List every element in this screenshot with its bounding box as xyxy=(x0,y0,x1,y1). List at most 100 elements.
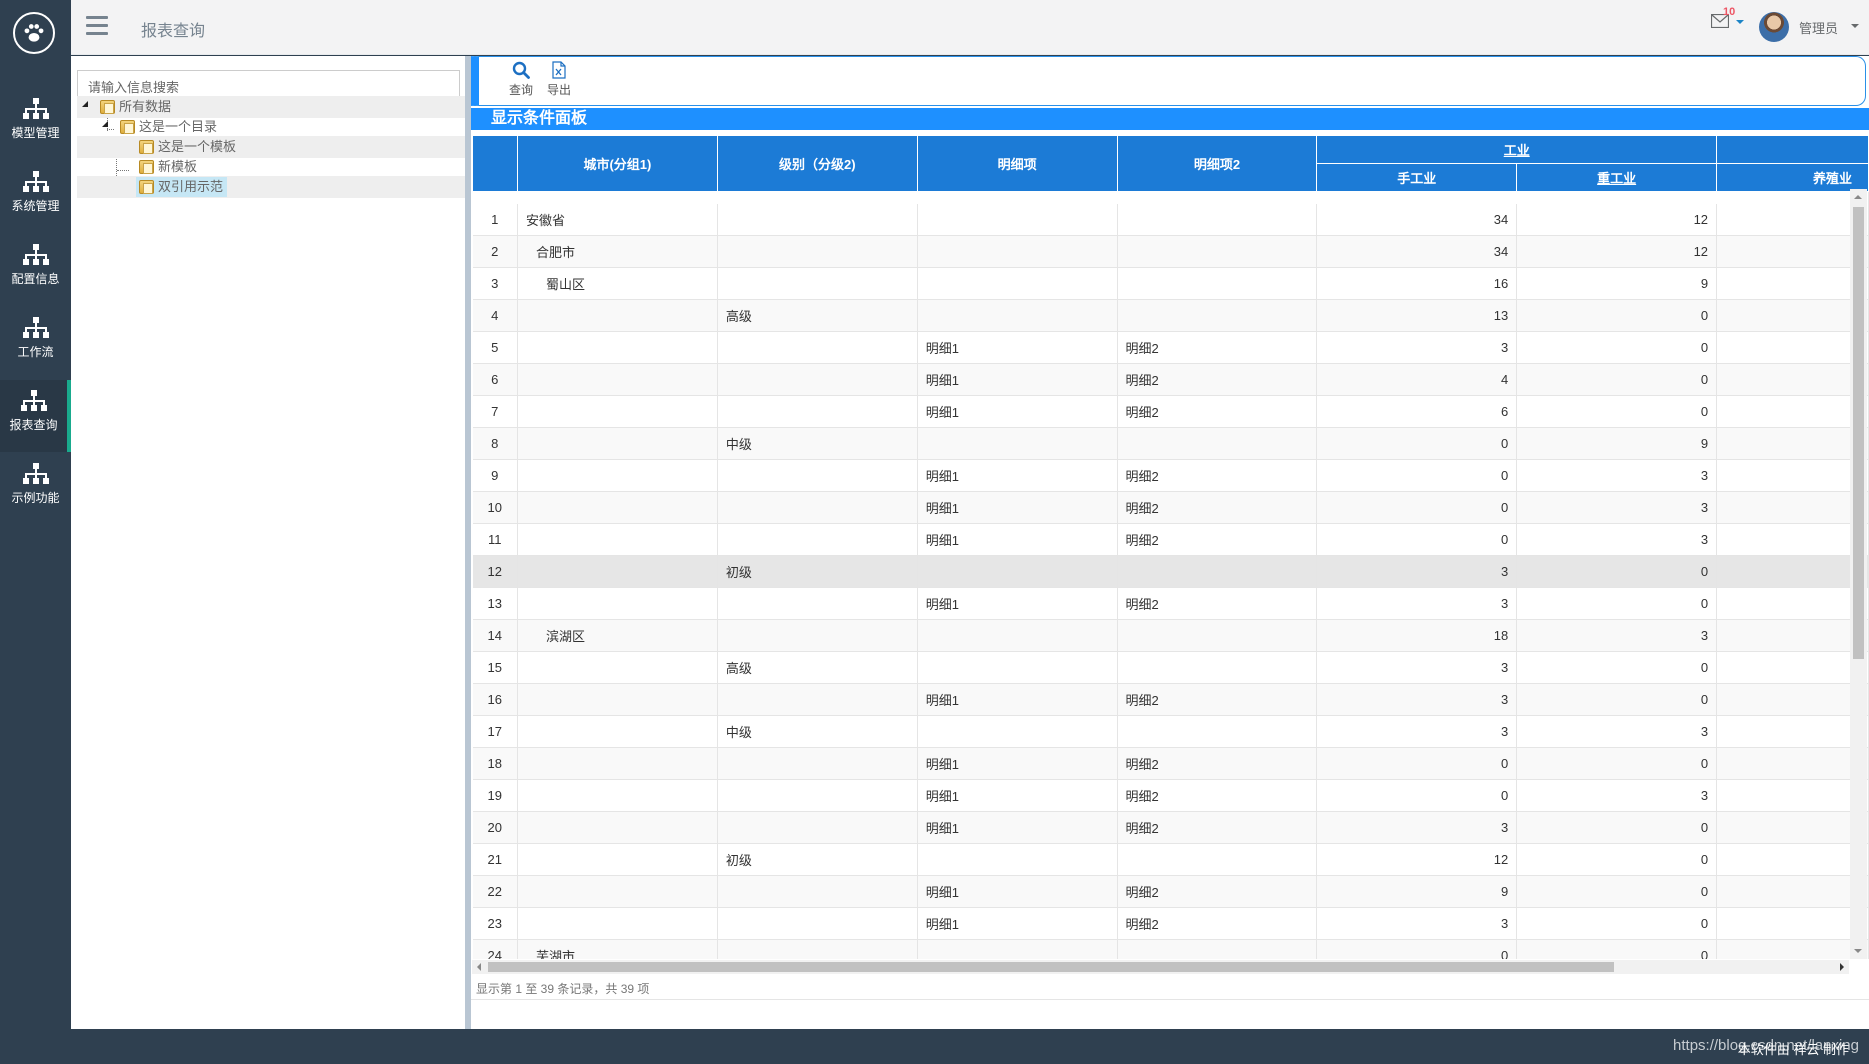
heavy-industry-cell: 3 xyxy=(1516,715,1718,748)
detail-cell: 明细1 xyxy=(917,875,1118,908)
menu-toggle-icon[interactable] xyxy=(86,16,108,36)
handicraft-cell: 0 xyxy=(1316,747,1518,780)
level-cell xyxy=(717,747,918,780)
table-row[interactable]: 14 滨湖区 18 3 xyxy=(472,619,1869,652)
city-cell: 滨湖区 xyxy=(517,619,718,652)
header-heavy-industry[interactable]: 重工业 xyxy=(1516,163,1718,192)
table-row[interactable]: 16 明细1 明细2 3 0 xyxy=(472,683,1869,716)
avatar[interactable] xyxy=(1759,12,1789,42)
handicraft-cell: 16 xyxy=(1316,267,1518,300)
city-cell: 芜湖市 xyxy=(517,939,718,959)
detail2-cell: 明细2 xyxy=(1117,779,1318,812)
user-name[interactable]: 管理员 xyxy=(1799,18,1838,37)
table-row[interactable]: 24 芜湖市 0 0 xyxy=(472,939,1869,959)
table-row[interactable]: 13 明细1 明细2 3 0 xyxy=(472,587,1869,620)
nav-item-report-query[interactable]: 报表查询 xyxy=(0,380,71,452)
heavy-industry-cell: 0 xyxy=(1516,587,1718,620)
condition-panel-toggle[interactable]: 显示条件面板 xyxy=(471,108,1869,130)
table-row[interactable]: 3 蜀山区 16 9 xyxy=(472,267,1869,300)
table-row[interactable]: 5 明细1 明细2 3 0 xyxy=(472,331,1869,364)
nav-item-system-management[interactable]: 系统管理 xyxy=(0,161,71,233)
paw-logo-icon[interactable] xyxy=(13,12,55,54)
detail2-cell xyxy=(1117,715,1318,748)
city-cell xyxy=(517,811,718,844)
tree-node-all-data[interactable]: 所有数据 xyxy=(97,97,175,117)
header-detail[interactable]: 明细项 xyxy=(916,135,1118,192)
heavy-industry-cell: 0 xyxy=(1516,299,1718,332)
scroll-down-icon[interactable] xyxy=(1854,949,1862,953)
tree-collapse-icon[interactable] xyxy=(102,121,110,129)
header-detail2[interactable]: 明细项2 xyxy=(1116,135,1318,192)
sitemap-icon xyxy=(22,171,49,192)
table-row[interactable]: 6 明细1 明细2 4 0 xyxy=(472,363,1869,396)
header-breeding[interactable]: 养殖业 xyxy=(1716,163,1869,192)
breeding-cell xyxy=(1716,235,1869,268)
table-row[interactable]: 4 高级 13 0 xyxy=(472,299,1869,332)
city-cell xyxy=(517,715,718,748)
breeding-cell xyxy=(1716,395,1869,428)
scroll-left-icon[interactable] xyxy=(477,963,481,971)
tree-row: 双引用示范 xyxy=(77,176,465,198)
handicraft-cell: 3 xyxy=(1316,683,1518,716)
query-label: 查询 xyxy=(508,83,533,97)
table-row[interactable]: 18 明细1 明细2 0 0 xyxy=(472,747,1869,780)
row-index-cell: 11 xyxy=(472,523,518,556)
breeding-cell xyxy=(1716,875,1869,908)
detail-cell: 明细1 xyxy=(917,363,1118,396)
footer: https://blog.csdn.net/lanxing 本软件由 祥云 制作 xyxy=(0,1029,1869,1064)
mail-caret-icon[interactable] xyxy=(1736,20,1744,24)
vertical-scrollbar[interactable] xyxy=(1850,189,1867,959)
level-cell xyxy=(717,491,918,524)
table-row[interactable]: 15 高级 3 0 xyxy=(472,651,1869,684)
table-row[interactable]: 7 明细1 明细2 6 0 xyxy=(472,395,1869,428)
scrollbar-thumb[interactable] xyxy=(1853,207,1864,659)
table-row[interactable]: 20 明细1 明细2 3 0 xyxy=(472,811,1869,844)
table-row[interactable]: 17 中级 3 3 xyxy=(472,715,1869,748)
table-row[interactable]: 2 合肥市 34 12 xyxy=(472,235,1869,268)
scrollbar-thumb[interactable] xyxy=(488,962,1614,972)
handicraft-cell: 0 xyxy=(1316,939,1518,959)
tree-node-new-template[interactable]: 新模板 xyxy=(136,157,201,177)
handicraft-cell: 12 xyxy=(1316,843,1518,876)
heavy-industry-cell: 3 xyxy=(1516,779,1718,812)
tree-node-template[interactable]: 这是一个模板 xyxy=(136,137,240,157)
nav-item-config-info[interactable]: 配置信息 xyxy=(0,234,71,306)
table-row[interactable]: 21 初级 12 0 xyxy=(472,843,1869,876)
detail2-cell xyxy=(1117,619,1318,652)
table-row[interactable]: 19 明细1 明细2 0 3 xyxy=(472,779,1869,812)
row-index-cell: 18 xyxy=(472,747,518,780)
table-row[interactable]: 10 明细1 明细2 0 3 xyxy=(472,491,1869,524)
user-caret-icon[interactable] xyxy=(1851,24,1859,28)
export-button[interactable]: 导出 xyxy=(537,61,581,98)
detail-cell xyxy=(917,939,1118,959)
heavy-industry-cell: 0 xyxy=(1516,395,1718,428)
table-row[interactable]: 22 明细1 明细2 9 0 xyxy=(472,875,1869,908)
scroll-right-icon[interactable] xyxy=(1840,963,1844,971)
breeding-cell xyxy=(1716,331,1869,364)
table-row[interactable]: 8 中级 0 9 xyxy=(472,427,1869,460)
header-handicraft[interactable]: 手工业 xyxy=(1316,163,1518,192)
breeding-cell xyxy=(1716,907,1869,940)
nav-item-examples[interactable]: 示例功能 xyxy=(0,453,71,525)
nav-item-workflow[interactable]: 工作流 xyxy=(0,307,71,379)
header-city[interactable]: 城市(分组1) xyxy=(516,135,718,192)
tree-collapse-icon[interactable] xyxy=(82,101,90,109)
table-row[interactable]: 11 明细1 明细2 0 3 xyxy=(472,523,1869,556)
folder-icon xyxy=(139,160,154,174)
detail-cell: 明细1 xyxy=(917,459,1118,492)
table-row[interactable]: 12 初级 3 0 xyxy=(472,555,1869,588)
row-index-cell: 16 xyxy=(472,683,518,716)
tree-node-directory[interactable]: 这是一个目录 xyxy=(117,117,221,137)
header-level[interactable]: 级别（分级2) xyxy=(716,135,918,192)
city-cell xyxy=(517,683,718,716)
table-row[interactable]: 23 明细1 明细2 3 0 xyxy=(472,907,1869,940)
scroll-up-icon[interactable] xyxy=(1854,195,1862,199)
table-row[interactable]: 1 安徽省 34 12 xyxy=(472,203,1869,236)
header-industry-group[interactable]: 工业 xyxy=(1316,135,1718,164)
horizontal-scrollbar[interactable] xyxy=(472,960,1849,974)
header-heavy-industry-label: 重工业 xyxy=(1597,171,1637,186)
nav-item-model-management[interactable]: 模型管理 xyxy=(0,88,71,160)
tree-node-double-reference[interactable]: 双引用示范 xyxy=(136,177,228,197)
table-row[interactable]: 9 明细1 明细2 0 3 xyxy=(472,459,1869,492)
city-cell xyxy=(517,587,718,620)
